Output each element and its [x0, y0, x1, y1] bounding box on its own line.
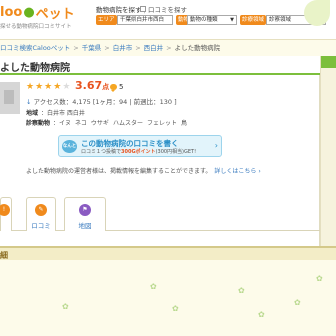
side-panel — [320, 56, 336, 256]
star-icon: ★ — [53, 82, 62, 92]
animal-item: ：イヌ — [53, 120, 72, 127]
comment-count-value: 5 — [119, 83, 124, 91]
tab-map[interactable]: ⚑ 地図 — [64, 197, 106, 231]
logo-paw-icon: ● — [23, 4, 35, 20]
breadcrumb: ロコミ検索Calooペット > 千葉県 > 白井市 > 西白井 > よした動物病院 — [0, 42, 220, 52]
star-icon: ★ — [44, 82, 53, 92]
site-header: loo ● ペット 探せる動物病院口コミサイト 動物病院を探す| 口コミを探す … — [0, 0, 336, 40]
star-icon: ★ — [26, 82, 35, 92]
tab-reviews-label: ロコミ — [31, 222, 51, 230]
breadcrumb-item[interactable]: 白井市 — [113, 44, 133, 52]
admin-note-link[interactable]: 詳しくはこちら › — [214, 168, 260, 175]
cta-points: 300Gポイント — [121, 149, 156, 155]
star-empty-icon: ★ — [62, 82, 71, 92]
arrow-down-icon: ↓ — [26, 98, 32, 106]
cta-sub-prefix: ロコミ１つ投稿で — [81, 149, 122, 155]
hospital-title-bar: よした動物病院 — [0, 56, 320, 75]
tab-info[interactable]: ! — [0, 197, 12, 231]
tab-reviews[interactable]: ✎ ロコミ — [26, 197, 56, 231]
hospital-name: よした動物病院 — [0, 63, 70, 74]
rating-value: 3.67 — [75, 79, 103, 92]
rating-stars: ★ ★ ★ ★ ★ — [26, 82, 70, 92]
search-label-text: 動物病院を探す — [96, 6, 142, 14]
detail-header: 細 — [0, 246, 336, 260]
animal-item: ウサギ — [90, 120, 109, 127]
comment-bubble-icon — [110, 84, 117, 92]
admin-note-text: よした動物病院の運営者様は、掲載情報を編集することができます。 — [26, 168, 212, 175]
breadcrumb-sep: > — [104, 44, 110, 52]
animal-item: フェレット — [146, 120, 177, 127]
location-value: ：白井市 西白井 — [41, 110, 85, 117]
paw-icon: ✿ — [150, 282, 157, 291]
logo-suffix: ペット — [35, 6, 75, 22]
logo-text: loo — [0, 4, 23, 20]
cta-badge: なんと — [62, 140, 77, 153]
area-tag: エリア — [96, 15, 117, 25]
detail-header-label: 細 — [0, 251, 8, 260]
chevron-right-icon: › — [214, 141, 218, 150]
animals-label: 診察動物 — [26, 120, 51, 127]
breadcrumb-sep: > — [135, 44, 141, 52]
detail-section: 細 ✿ ✿ ✿ ✿ ✿ ✿ ✿ — [0, 246, 336, 330]
paw-icon: ✿ — [316, 274, 323, 283]
flag-icon: ⚑ — [79, 204, 91, 216]
field-tag: 診療領域 — [240, 15, 267, 25]
paw-icon: ✿ — [294, 298, 301, 307]
write-review-button[interactable]: なんと この動物病院の口コミを書く ロコミ１つ投稿で300Gポイント(300円相… — [58, 135, 222, 157]
location-row: 地域 ：白井市 西白井 — [26, 108, 85, 117]
breadcrumb-sep: > — [166, 44, 172, 52]
comment-count[interactable]: 5 — [110, 83, 124, 92]
animal-select[interactable]: 動物の種類 ▼ — [187, 15, 237, 25]
access-stats-text: アクセス数：4,175 [1ヶ月：94 | 前週比：130 ] — [33, 98, 177, 106]
location-label: 地域 — [26, 110, 39, 117]
side-panel-accent — [321, 56, 336, 68]
chevron-down-icon: ▼ — [230, 17, 234, 23]
animal-item: ハムスター — [112, 120, 143, 127]
site-logo[interactable]: loo ● ペット — [0, 4, 75, 22]
review-search-label: 口コミを探す — [148, 6, 187, 14]
admin-note: よした動物病院の運営者様は、掲載情報を編集することができます。 詳しくはこちら › — [26, 166, 261, 175]
site-tagline: 探せる動物病院口コミサイト — [0, 24, 72, 30]
animal-item: ネコ — [75, 120, 87, 127]
review-search-option[interactable]: 口コミを探す — [140, 4, 187, 14]
paw-icon: ✿ — [258, 310, 265, 319]
breadcrumb-item[interactable]: ロコミ検索Calooペット — [0, 44, 70, 52]
paw-icon: ✿ — [238, 286, 245, 295]
cta-sub-suffix: (300円相当)GET! — [155, 149, 197, 155]
animals-row: 診察動物 ：イヌ ネコ ウサギ ハムスター フェレット鳥 — [26, 118, 187, 127]
breadcrumb-item[interactable]: 西白井 — [144, 44, 164, 52]
review-search-checkbox[interactable] — [140, 6, 146, 12]
tab-map-label: 地図 — [78, 222, 92, 230]
field-select-value: 診察領域 — [269, 17, 292, 23]
rating-score: 3.67点 — [75, 79, 109, 92]
breadcrumb-sep: > — [73, 44, 79, 52]
rating-unit: 点 — [102, 83, 110, 91]
access-stats: ↓ アクセス数：4,175 [1ヶ月：94 | 前週比：130 ] — [26, 96, 177, 106]
breadcrumb-item[interactable]: 千葉県 — [82, 44, 102, 52]
leaf-decoration — [304, 0, 330, 26]
area-input[interactable]: 千葉県白井市西白 — [117, 15, 173, 25]
animal-select-value: 動物の種類 — [190, 17, 218, 23]
tab-bar: ! ✎ ロコミ ⚑ 地図 — [0, 193, 320, 231]
animal-item: 鳥 — [180, 120, 187, 127]
paw-icon: ✿ — [62, 302, 69, 311]
paw-icon: ✿ — [172, 304, 179, 313]
pencil-icon: ✎ — [35, 204, 47, 216]
info-icon: ! — [0, 204, 10, 216]
cta-subtext: ロコミ１つ投稿で300Gポイント(300円相当)GET! — [81, 148, 196, 155]
hospital-photo[interactable] — [0, 82, 20, 114]
breadcrumb-current: よした動物病院 — [174, 44, 221, 52]
star-icon: ★ — [35, 82, 44, 92]
